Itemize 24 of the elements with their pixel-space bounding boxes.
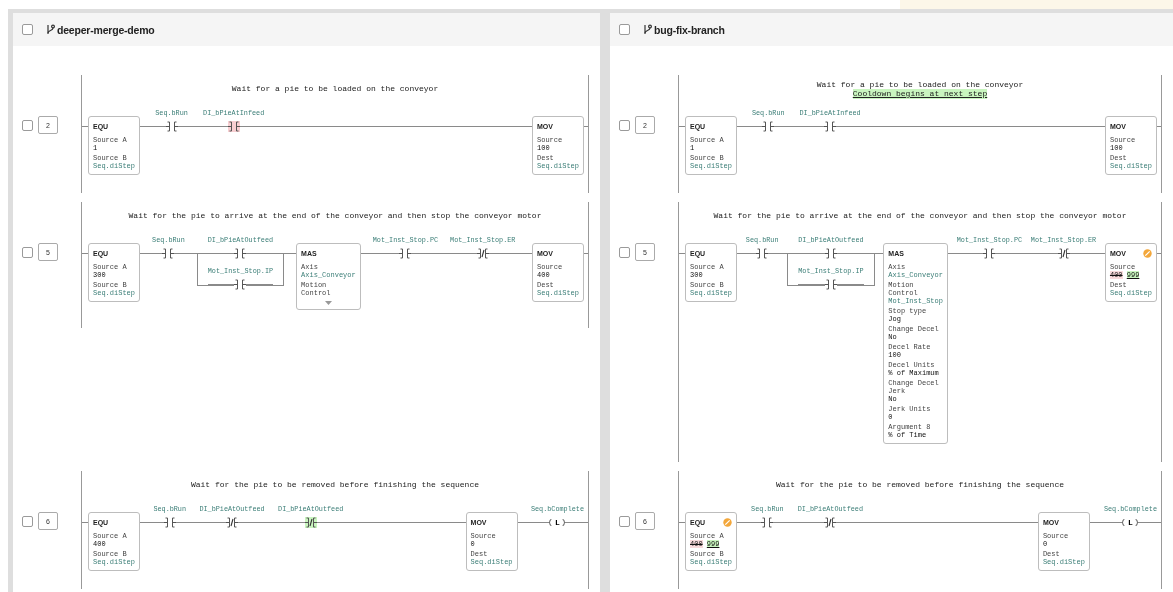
- rung-comment: Wait for the pie to be removed before finishing the sequence: [775, 480, 1064, 490]
- checkbox[interactable]: [619, 515, 630, 527]
- circle-slash-icon: [723, 517, 732, 527]
- branch-icon: [46, 24, 55, 35]
- branch-icon: [643, 24, 652, 35]
- rung-comment: Wait for the pie to arrive at the end of the conveyor and then stop the conveyor motor: [128, 211, 542, 221]
- rung-comment: Wait for a pie to be loaded on the conveyor: [816, 79, 1024, 89]
- rung-comment: Cooldown begins at next step: [852, 89, 988, 99]
- checkbox[interactable]: [22, 119, 33, 131]
- caret-icon: [324, 301, 332, 305]
- checkbox[interactable]: [22, 515, 33, 527]
- branch-name: deeper-merge-demo: [57, 23, 155, 36]
- branch-name: bug-fix-branch: [654, 23, 725, 36]
- rung-comment: Wait for the pie to arrive at the end of the conveyor and then stop the conveyor motor: [713, 211, 1127, 221]
- checkbox[interactable]: [22, 24, 33, 35]
- rung-comment: Wait for the pie to be removed before finishing the sequence: [190, 480, 479, 490]
- rung-comment: Wait for a pie to be loaded on the conveyor: [231, 84, 439, 94]
- checkbox[interactable]: [619, 119, 630, 131]
- checkbox[interactable]: [22, 246, 33, 258]
- checkbox[interactable]: [619, 24, 630, 35]
- checkbox[interactable]: [619, 246, 630, 258]
- latch-coil: L: [549, 517, 566, 528]
- latch-coil: L: [1122, 517, 1139, 528]
- circle-slash-icon: [1142, 248, 1152, 258]
